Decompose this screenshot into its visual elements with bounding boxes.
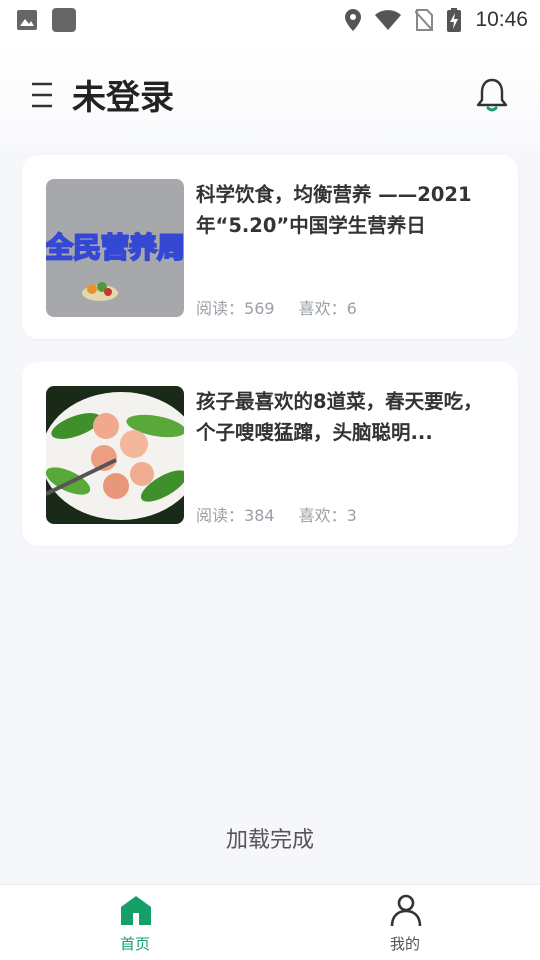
article-card[interactable]: 全民营养周 科学饮食，均衡营养 ——2021年“5.20”中国学生营养日 阅读：… [22, 155, 518, 339]
menu-icon [32, 82, 52, 108]
menu-button[interactable] [24, 78, 58, 112]
app-icon [52, 8, 76, 32]
tab-mine[interactable]: 我的 [270, 885, 540, 960]
read-count: 阅读：569 [196, 299, 275, 318]
gallery-icon [17, 10, 37, 30]
status-right: 10:46 [345, 8, 528, 32]
article-card[interactable]: 孩子最喜欢的8道菜，春天要吃，个子嗖嗖猛蹿，头脑聪明... 阅读：384 喜欢：… [22, 362, 518, 546]
article-title: 孩子最喜欢的8道菜，春天要吃，个子嗖嗖猛蹿，头脑聪明... [196, 390, 483, 444]
wifi-icon [375, 10, 402, 30]
article-thumbnail [46, 386, 184, 524]
person-icon [390, 894, 422, 927]
page-title: 未登录 [72, 78, 174, 118]
tab-home[interactable]: 首页 [0, 885, 270, 960]
article-stats: 阅读：384 喜欢：3 [196, 502, 357, 526]
like-count: 喜欢：6 [298, 299, 357, 318]
bottom-tab-bar: 首页 我的 [0, 884, 540, 960]
app-header: 未登录 [0, 40, 540, 150]
location-icon [345, 9, 362, 31]
no-sim-icon [415, 9, 434, 31]
status-bar: 10:46 [0, 0, 540, 40]
load-complete-text: 加载完成 [225, 828, 314, 853]
home-icon [121, 896, 151, 925]
notification-button[interactable] [474, 76, 510, 114]
thumbnail-caption: 全民营养周 [46, 231, 184, 264]
status-time: 10:46 [475, 8, 528, 31]
battery-charging-icon [447, 8, 462, 32]
article-stats: 阅读：569 喜欢：6 [196, 295, 357, 319]
tab-home-label: 首页 [119, 935, 150, 953]
article-thumbnail: 全民营养周 [46, 179, 184, 317]
bell-icon [476, 78, 508, 112]
tab-mine-label: 我的 [389, 935, 420, 953]
article-title: 科学饮食，均衡营养 ——2021年“5.20”中国学生营养日 [196, 183, 472, 237]
read-count: 阅读：384 [196, 506, 275, 525]
like-count: 喜欢：3 [298, 506, 357, 525]
status-left [16, 8, 76, 32]
